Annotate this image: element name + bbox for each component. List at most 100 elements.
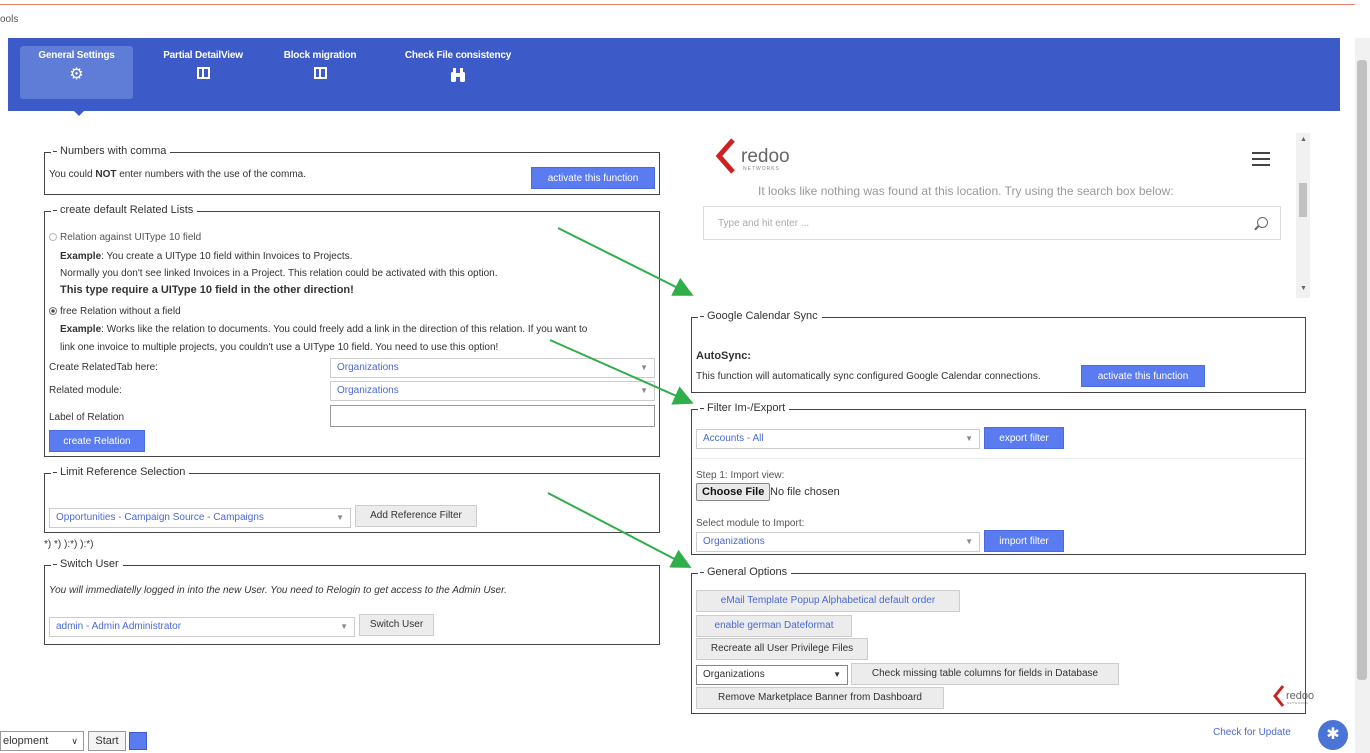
file-status: No file chosen: [770, 486, 840, 498]
activate-comma-button[interactable]: activate this function: [531, 167, 655, 189]
section-legend: Numbers with comma: [51, 145, 171, 157]
radio-icon[interactable]: [49, 307, 57, 315]
search-input[interactable]: Type and hit enter ...: [703, 206, 1281, 240]
tab-label: Check File consistency: [404, 50, 512, 61]
search-placeholder: Type and hit enter ...: [718, 218, 810, 229]
radio-free-relation-option[interactable]: free Relation without a field: [49, 306, 181, 317]
breadcrumb: ools: [0, 14, 19, 25]
tab-label: Block migration: [283, 50, 357, 61]
related-module-select[interactable]: Organizations ▼: [330, 381, 655, 401]
active-tab-indicator: [72, 109, 86, 116]
import-step-label: Step 1: Import view:: [696, 470, 785, 481]
related-module-label: Related module:: [49, 385, 122, 396]
columns-icon: [313, 67, 327, 79]
choose-file-button[interactable]: Choose File: [696, 483, 771, 501]
example2-line1: Example: Works like the relation to docu…: [60, 324, 588, 335]
recreate-privilege-button[interactable]: Recreate all User Privilege Files: [696, 638, 868, 660]
check-missing-columns-button[interactable]: Check missing table columns for fields i…: [851, 663, 1119, 685]
google-calendar-section: Google Calendar Sync AutoSync: This func…: [691, 310, 1306, 393]
example1-line1: Example: You create a UIType 10 field wi…: [60, 251, 353, 262]
bug-report-icon[interactable]: ✱: [1318, 720, 1348, 750]
autosync-text: This function will automatically sync co…: [696, 371, 1041, 382]
scroll-thumb[interactable]: [1299, 183, 1307, 217]
chevron-down-icon: ▼: [640, 363, 648, 372]
related-tab-select[interactable]: Organizations ▼: [330, 358, 655, 378]
example2-line2: link one invoice to multiple projects, y…: [60, 342, 499, 353]
page-scrollbar[interactable]: [1355, 38, 1370, 753]
start-button[interactable]: Start: [88, 731, 126, 751]
logo-subtext: NETWORKS: [743, 166, 780, 172]
settings-navbar: General Settings ⚙ Partial DetailView Bl…: [8, 38, 1340, 111]
remove-banner-button[interactable]: Remove Marketplace Banner from Dashboard: [696, 687, 944, 709]
page: ools General Settings ⚙ Partial DetailVi…: [0, 0, 1370, 753]
create-relation-button[interactable]: create Relation: [49, 430, 145, 452]
hamburger-menu-icon[interactable]: [1252, 152, 1270, 166]
relation-label-label: Label of Relation: [49, 412, 125, 423]
logo-subtext: NETWORKS: [1287, 701, 1308, 705]
redoo-logo: redoo NETWORKS: [713, 136, 803, 179]
import-filter-button[interactable]: import filter: [984, 530, 1064, 552]
check-for-update-link[interactable]: Check for Update: [1213, 727, 1291, 738]
activate-gcal-button[interactable]: activate this function: [1081, 365, 1205, 387]
reference-select[interactable]: Opportunities - Campaign Source - Campai…: [49, 508, 351, 528]
chevron-down-icon: ▼: [965, 537, 973, 546]
example1-line2: Normally you don't see linked Invoices i…: [60, 268, 498, 279]
logo-text: redoo: [741, 146, 790, 167]
scroll-down-icon[interactable]: ▼: [1300, 285, 1307, 292]
tab-check-file-consistency[interactable]: Check File consistency: [393, 46, 523, 99]
search-icon[interactable]: [1257, 217, 1268, 228]
german-dateformat-button[interactable]: enable german Dateformat: [696, 615, 852, 637]
tab-partial-detailview[interactable]: Partial DetailView: [148, 46, 258, 99]
section-legend: create default Related Lists: [51, 204, 198, 216]
chevron-down-icon: ▼: [833, 670, 841, 679]
options-module-select[interactable]: Organizations ▼: [696, 665, 848, 685]
switch-user-button[interactable]: Switch User: [359, 614, 434, 636]
tab-block-migration[interactable]: Block migration: [268, 46, 372, 99]
related-lists-section: create default Related Lists Relation ag…: [44, 204, 660, 457]
relation-label-input[interactable]: [330, 405, 655, 427]
import-module-select[interactable]: Organizations ▼: [696, 532, 980, 552]
tab-general-settings[interactable]: General Settings ⚙: [20, 46, 133, 99]
example1-warning: This type require a UIType 10 field in t…: [60, 284, 354, 296]
switch-user-text: You will immediatelly logged in into the…: [49, 585, 507, 596]
not-found-message: It looks like nothing was found at this …: [758, 184, 1174, 198]
scroll-up-icon[interactable]: ▲: [1300, 136, 1307, 143]
section-legend: General Options: [698, 566, 792, 578]
environment-select[interactable]: elopment ∨: [0, 731, 84, 751]
columns-icon: [196, 67, 210, 79]
chevron-down-icon: ▼: [640, 386, 648, 395]
switch-user-section: Switch User You will immediatelly logged…: [44, 558, 660, 645]
export-filter-select[interactable]: Accounts - All ▼: [696, 429, 980, 449]
radio-icon[interactable]: [49, 233, 57, 241]
export-filter-button[interactable]: export filter: [984, 427, 1064, 449]
add-reference-filter-button[interactable]: Add Reference Filter: [355, 505, 477, 527]
general-options-section: General Options eMail Template Popup Alp…: [691, 566, 1306, 714]
gears-icon: ⚙: [69, 66, 84, 83]
chevron-down-icon: ▼: [340, 622, 348, 631]
stray-text: *) *) ):*) ):*): [44, 539, 94, 550]
tab-label: General Settings: [38, 50, 115, 61]
numbers-comma-section: Numbers with comma You could NOT enter n…: [44, 145, 660, 195]
related-tab-label: Create RelatedTab here:: [49, 362, 158, 373]
page-scroll-thumb[interactable]: [1357, 60, 1367, 680]
chevron-down-icon: ▼: [965, 434, 973, 443]
numbers-comma-text: You could NOT enter numbers with the use…: [49, 169, 306, 180]
section-legend: Switch User: [51, 558, 123, 570]
tool-icon[interactable]: [129, 732, 147, 750]
section-legend: Filter Im-/Export: [698, 402, 790, 414]
import-module-label: Select module to Import:: [696, 518, 805, 529]
limit-reference-section: Limit Reference Selection Opportunities …: [44, 466, 660, 533]
redoo-logo-small: redoo NETWORKS: [1272, 684, 1328, 711]
radio-uitype10-option[interactable]: Relation against UIType 10 field: [49, 232, 201, 243]
filter-import-export-section: Filter Im-/Export Accounts - All ▼ export…: [691, 402, 1306, 555]
email-template-order-button[interactable]: eMail Template Popup Alphabetical defaul…: [696, 590, 960, 612]
user-select[interactable]: admin - Admin Administrator ▼: [49, 617, 355, 637]
section-legend: Limit Reference Selection: [51, 466, 190, 478]
divider: [692, 458, 1305, 459]
frame-scrollbar[interactable]: ▲ ▼: [1296, 133, 1310, 298]
tab-label: Partial DetailView: [163, 50, 243, 61]
chevron-down-icon: ▼: [336, 513, 344, 522]
binoculars-icon: [393, 67, 523, 87]
autosync-heading: AutoSync:: [696, 350, 751, 362]
section-legend: Google Calendar Sync: [698, 310, 822, 322]
